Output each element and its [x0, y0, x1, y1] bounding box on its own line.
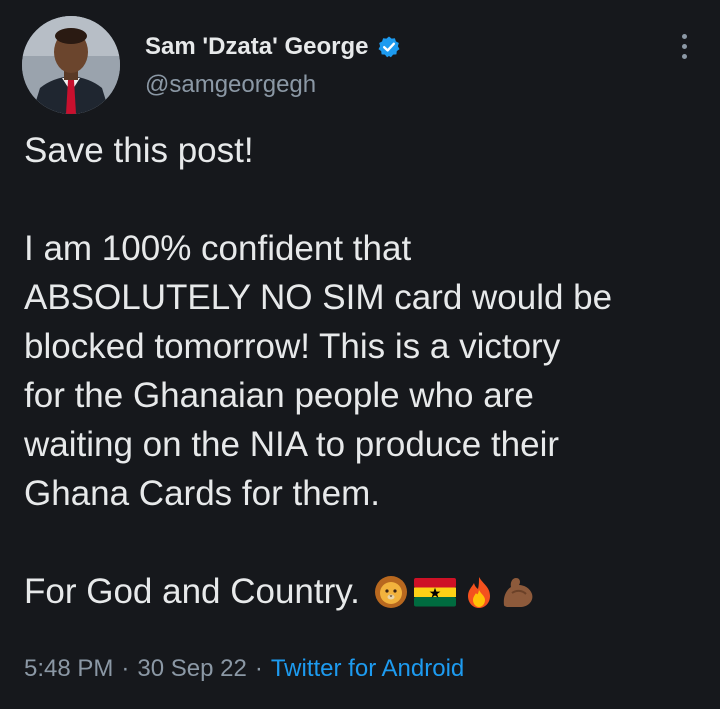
more-options-icon[interactable] — [672, 34, 696, 64]
verified-badge-icon — [377, 35, 401, 59]
avatar-image — [22, 16, 120, 114]
tweet: Sam 'Dzata' George @samgeorgegh Save thi… — [0, 0, 720, 709]
avatar[interactable] — [22, 16, 120, 114]
tweet-line: For God and Country. — [24, 572, 360, 611]
name-row: Sam 'Dzata' George — [145, 31, 401, 63]
lion-face-icon — [374, 573, 408, 622]
author-block: Sam 'Dzata' George @samgeorgegh — [145, 31, 401, 99]
ghana-flag-icon — [412, 573, 458, 622]
tweet-line: ABSOLUTELY NO SIM card would be — [24, 278, 613, 317]
tweet-meta: 5:48 PM · 30 Sep 22 · Twitter for Android — [24, 655, 464, 683]
meta-separator: · — [254, 655, 263, 682]
tweet-line: Save this post! — [24, 131, 254, 170]
emoji-group — [374, 573, 540, 622]
tweet-line: waiting on the NIA to produce their — [24, 425, 560, 464]
tweet-line: Ghana Cards for them. — [24, 474, 380, 513]
tweet-line: blocked tomorrow! This is a victory — [24, 327, 561, 366]
tweet-line: I am 100% confident that — [24, 229, 412, 268]
tweet-date[interactable]: 30 Sep 22 — [137, 655, 246, 682]
fire-icon — [462, 573, 496, 622]
flexed-biceps-icon — [500, 573, 536, 622]
tweet-text: Save this post! I am 100% confident that… — [24, 126, 704, 616]
meta-separator: · — [121, 655, 130, 682]
tweet-time[interactable]: 5:48 PM — [24, 655, 113, 682]
tweet-line: for the Ghanaian people who are — [24, 376, 534, 415]
handle[interactable]: @samgeorgegh — [145, 71, 401, 99]
display-name[interactable]: Sam 'Dzata' George — [145, 33, 369, 61]
tweet-line-with-emojis: For God and Country. — [24, 567, 704, 616]
tweet-source-link[interactable]: Twitter for Android — [271, 655, 464, 682]
